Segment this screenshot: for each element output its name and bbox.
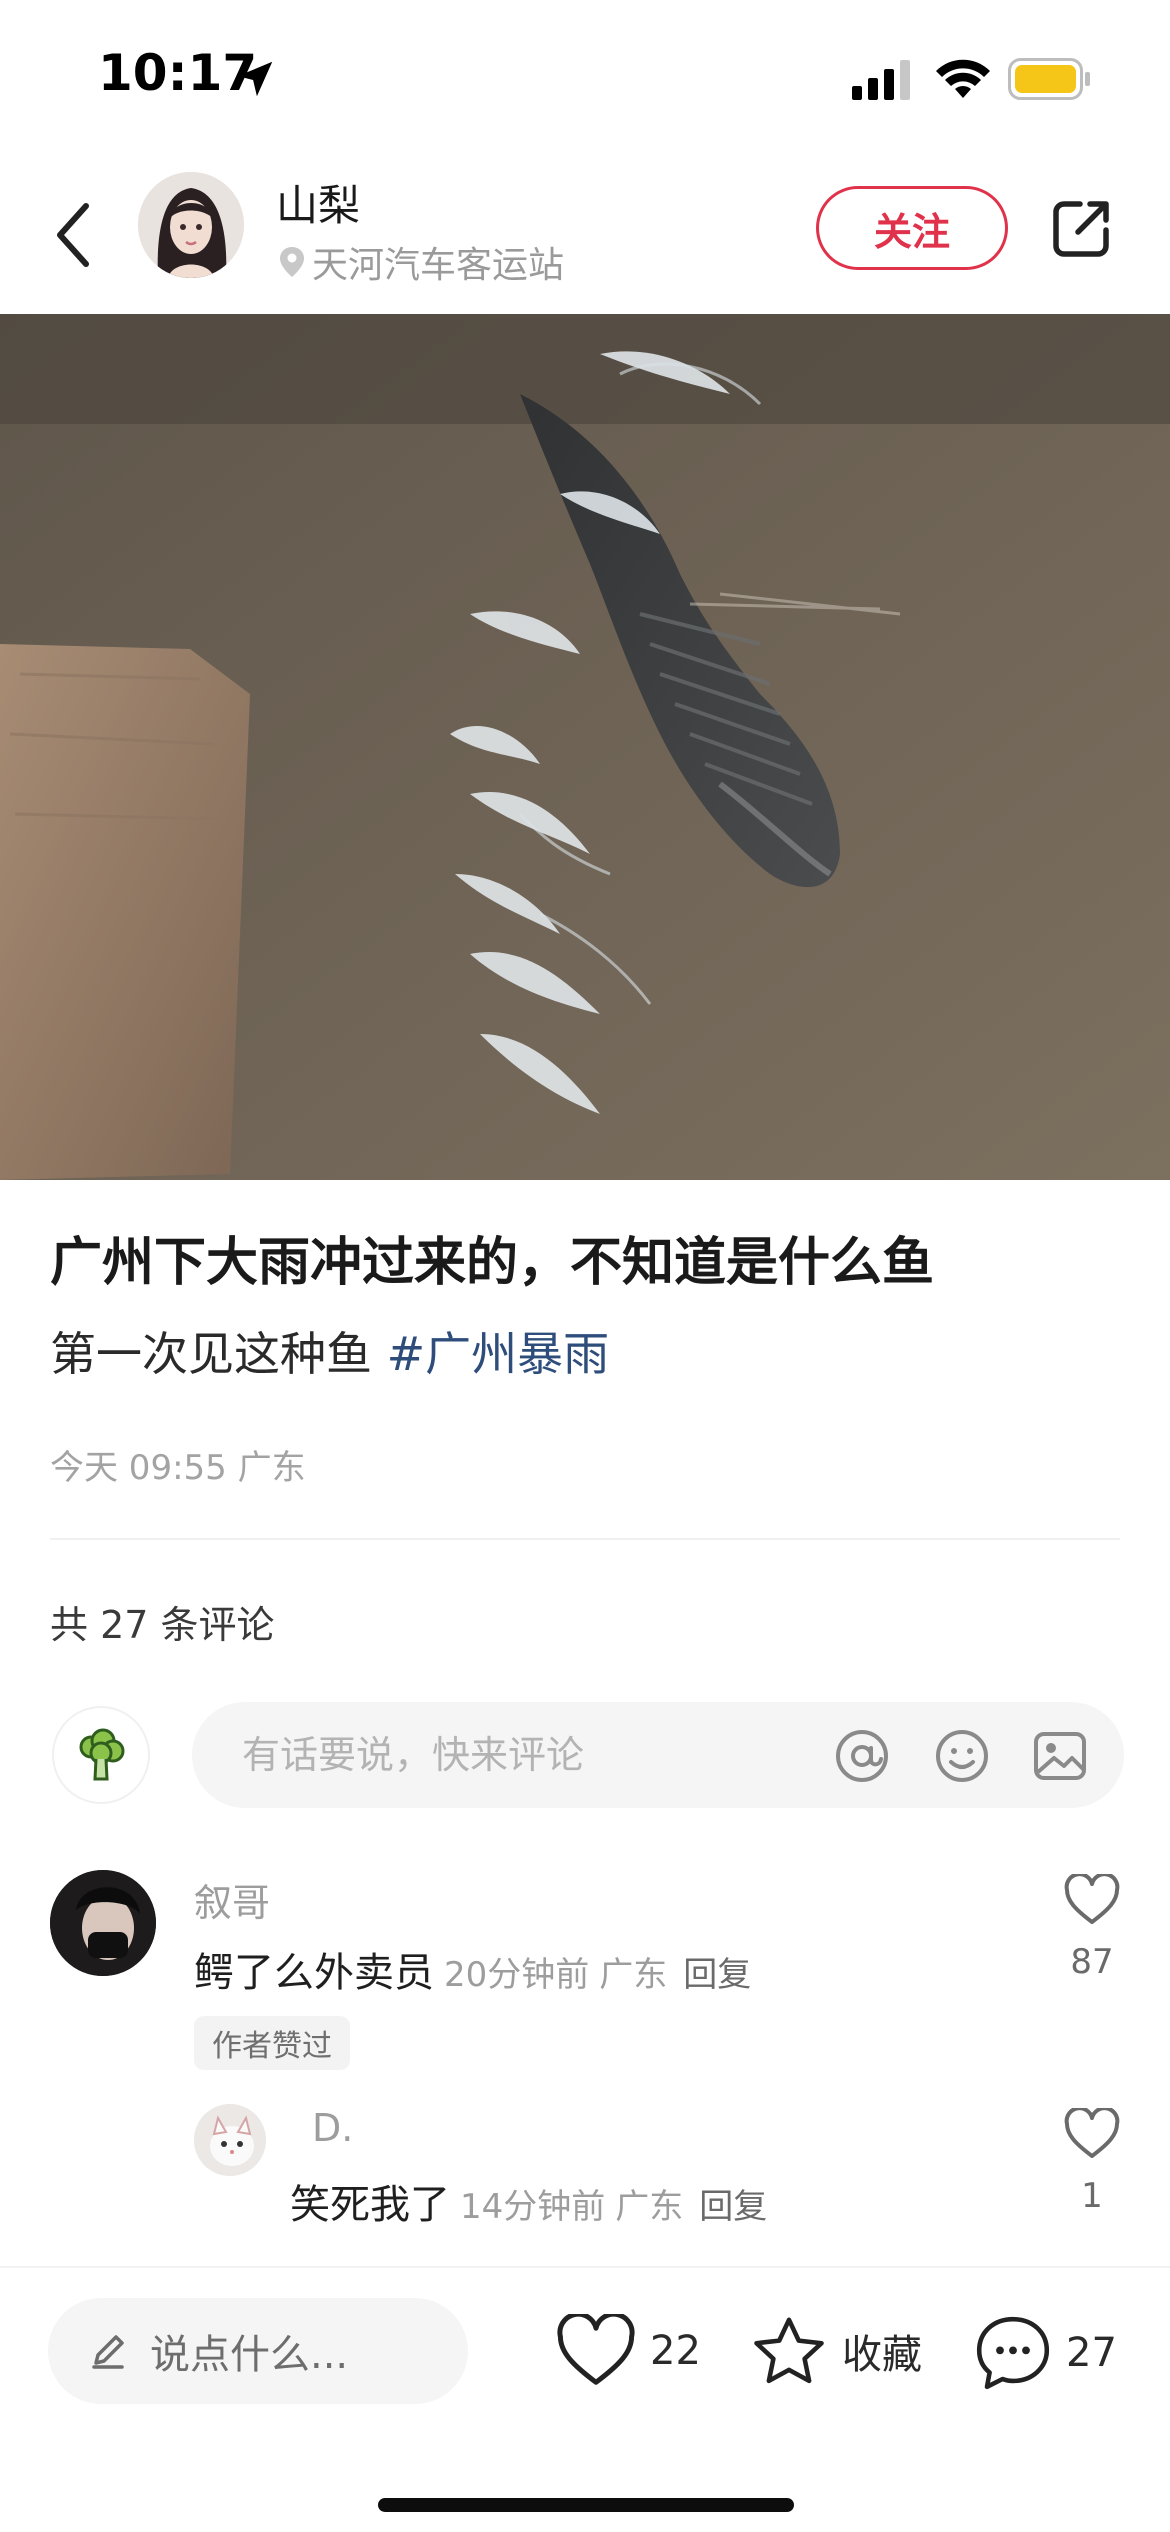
heart-icon[interactable] bbox=[1064, 1874, 1120, 1926]
commenter-name[interactable]: 叙哥 bbox=[194, 1872, 270, 1927]
bottom-action-bar: 说点什么... 22 收藏 27 bbox=[0, 2266, 1170, 2532]
heart-icon bbox=[557, 2314, 635, 2385]
pin-icon bbox=[280, 247, 304, 277]
battery-icon bbox=[1008, 58, 1090, 100]
post-header: 山梨 天河汽车客运站 关注 bbox=[0, 160, 1170, 310]
author-name[interactable]: 山梨 bbox=[276, 172, 360, 233]
post-meta: 今天 09:55 广东 bbox=[50, 1448, 306, 1488]
wifi-icon bbox=[936, 59, 990, 98]
like-action[interactable]: 22 bbox=[556, 2314, 701, 2388]
at-icon[interactable] bbox=[834, 1728, 890, 1784]
back-icon[interactable] bbox=[52, 200, 94, 270]
comment-body: 鳄了么外卖员 bbox=[194, 1950, 434, 1996]
comment-count: 共 27 条评论 bbox=[50, 1603, 275, 1647]
star-icon bbox=[754, 2317, 824, 2384]
comment-region: 广东 bbox=[599, 1955, 668, 1995]
location-arrow-icon bbox=[237, 61, 273, 97]
reply-time: 14分钟前 bbox=[460, 2187, 606, 2227]
reply-text: 笑死我了 14分钟前 广东 回复 bbox=[290, 2172, 767, 2230]
say-placeholder: 说点什么... bbox=[150, 2332, 349, 2378]
divider bbox=[50, 1538, 1120, 1540]
comment-total: 27 bbox=[1066, 2330, 1117, 2376]
author-liked-badge: 作者赞过 bbox=[194, 2016, 350, 2070]
comment-bubble-icon bbox=[976, 2316, 1050, 2390]
post-body-text: 第一次见这种鱼 bbox=[50, 1327, 387, 1381]
collect-action[interactable]: 收藏 bbox=[750, 2314, 922, 2388]
comment-text: 鳄了么外卖员 20分钟前 广东 回复 bbox=[194, 1940, 751, 1998]
my-avatar[interactable] bbox=[52, 1706, 150, 1804]
post-title: 广州下大雨冲过来的，不知道是什么鱼 bbox=[50, 1233, 935, 1293]
hashtag-link[interactable]: #广州暴雨 bbox=[387, 1327, 610, 1381]
broccoli-icon bbox=[79, 1728, 125, 1781]
collect-label: 收藏 bbox=[842, 2332, 922, 2378]
signal-icon bbox=[852, 60, 910, 100]
emoji-icon[interactable] bbox=[934, 1728, 990, 1784]
like-count: 1 bbox=[1081, 2176, 1103, 2216]
reply-region: 广东 bbox=[615, 2187, 684, 2227]
location-label: 天河汽车客运站 bbox=[312, 245, 565, 286]
share-icon[interactable] bbox=[1050, 196, 1114, 260]
reply-avatar[interactable] bbox=[194, 2104, 266, 2176]
commenter-avatar[interactable] bbox=[50, 1870, 156, 1976]
heart-icon[interactable] bbox=[1064, 2108, 1120, 2160]
post-location[interactable]: 天河汽车客运站 bbox=[278, 236, 564, 288]
comment-time: 20分钟前 bbox=[444, 1955, 590, 1995]
reply-button[interactable]: 回复 bbox=[683, 1955, 751, 1995]
reply-name[interactable]: D. bbox=[312, 2106, 353, 2150]
follow-button[interactable]: 关注 bbox=[816, 186, 1008, 270]
home-indicator[interactable] bbox=[378, 2498, 794, 2512]
like-total: 22 bbox=[650, 2328, 701, 2374]
reply-button[interactable]: 回复 bbox=[699, 2187, 767, 2227]
reply-body: 笑死我了 bbox=[290, 2182, 450, 2228]
like-count: 87 bbox=[1070, 1942, 1114, 1982]
status-bar: 10:17 bbox=[0, 0, 1170, 150]
post-body: 第一次见这种鱼 #广州暴雨 bbox=[50, 1318, 609, 1384]
post-photo[interactable] bbox=[0, 314, 1170, 1180]
image-icon[interactable] bbox=[1032, 1728, 1088, 1784]
say-something-input[interactable]: 说点什么... bbox=[48, 2298, 468, 2404]
comment-action[interactable]: 27 bbox=[974, 2314, 1117, 2392]
pencil-icon bbox=[92, 2335, 124, 2369]
author-avatar[interactable] bbox=[138, 172, 244, 278]
